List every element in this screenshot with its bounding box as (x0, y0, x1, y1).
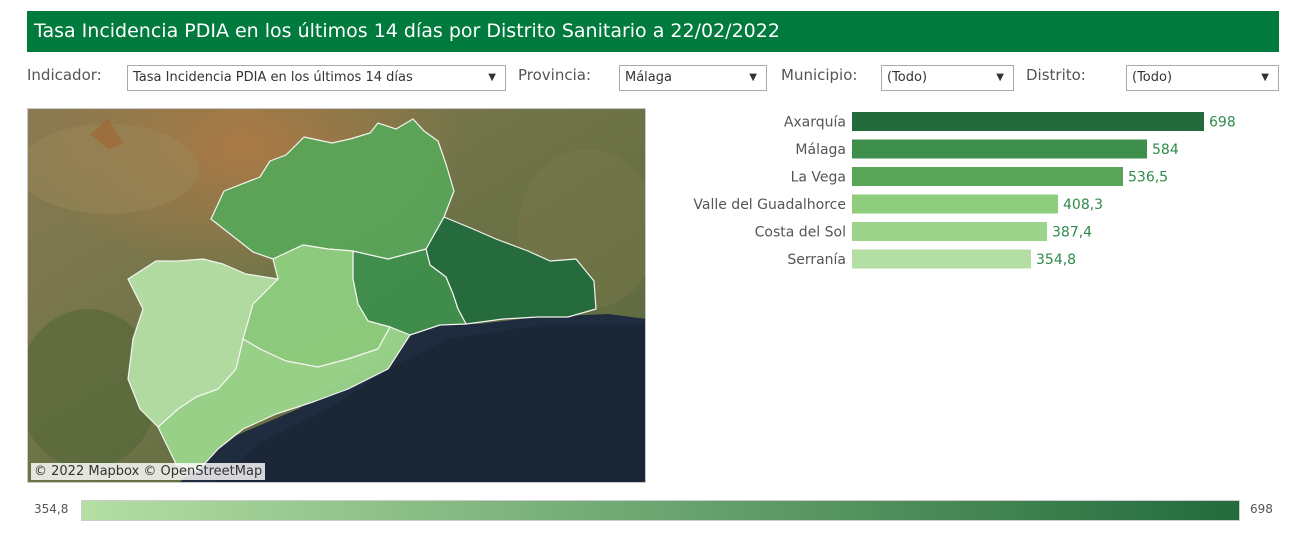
dropdown-arrow-icon: ▼ (488, 72, 496, 83)
provincia-value: Málaga (625, 70, 672, 85)
bar-category-label: Málaga (795, 142, 846, 158)
provincia-label: Provincia: (518, 66, 592, 84)
indicador-value: Tasa Incidencia PDIA en los últimos 14 d… (133, 70, 413, 85)
bar-value-label: 387,4 (1052, 225, 1092, 241)
indicador-label: Indicador: (27, 66, 102, 84)
indicador-select[interactable]: Tasa Incidencia PDIA en los últimos 14 d… (127, 65, 506, 91)
bar-value-label: 408,3 (1063, 197, 1103, 213)
dropdown-arrow-icon: ▼ (996, 72, 1004, 83)
bar[interactable] (852, 112, 1204, 131)
bar-value-label: 584 (1152, 142, 1179, 158)
bar[interactable] (852, 222, 1047, 241)
bar[interactable] (852, 194, 1058, 214)
bar-value-label: 354,8 (1036, 252, 1076, 268)
legend-min-label: 354,8 (34, 502, 69, 516)
bar[interactable] (852, 139, 1147, 159)
color-legend: 354,8 698 (0, 498, 1314, 526)
filter-bar: Indicador: Tasa Incidencia PDIA en los ú… (0, 62, 1314, 94)
incidence-bar-chart: Axarquía 698 Málaga 584 La Vega 536,5 Valle de… (693, 112, 1236, 269)
distrito-label: Distrito: (1026, 66, 1086, 84)
municipio-label: Municipio: (781, 66, 858, 84)
bar-value-label: 536,5 (1128, 170, 1168, 186)
map-canvas (28, 109, 645, 482)
distrito-value: (Todo) (1132, 70, 1173, 85)
bar[interactable] (852, 249, 1031, 269)
bar-category-label: Serranía (787, 252, 846, 268)
bar-category-label: La Vega (791, 170, 846, 186)
municipio-select[interactable]: (Todo) ▼ (881, 65, 1014, 91)
dashboard-title: Tasa Incidencia PDIA en los últimos 14 d… (27, 11, 1279, 52)
municipio-value: (Todo) (887, 70, 928, 85)
map-attribution: © 2022 Mapbox © OpenStreetMap (31, 463, 266, 480)
legend-max-label: 698 (1250, 502, 1273, 516)
bar-category-label: Valle del Guadalhorce (693, 197, 846, 213)
district-map[interactable]: © 2022 Mapbox © OpenStreetMap (27, 108, 646, 483)
provincia-select[interactable]: Málaga ▼ (619, 65, 767, 91)
dropdown-arrow-icon: ▼ (749, 72, 757, 83)
distrito-select[interactable]: (Todo) ▼ (1126, 65, 1279, 91)
legend-color-ramp (81, 500, 1240, 521)
bar-category-label: Axarquía (784, 115, 846, 131)
dropdown-arrow-icon: ▼ (1261, 72, 1269, 83)
bar[interactable] (852, 167, 1123, 186)
bar-value-label: 698 (1209, 115, 1236, 131)
bar-category-label: Costa del Sol (755, 225, 846, 241)
